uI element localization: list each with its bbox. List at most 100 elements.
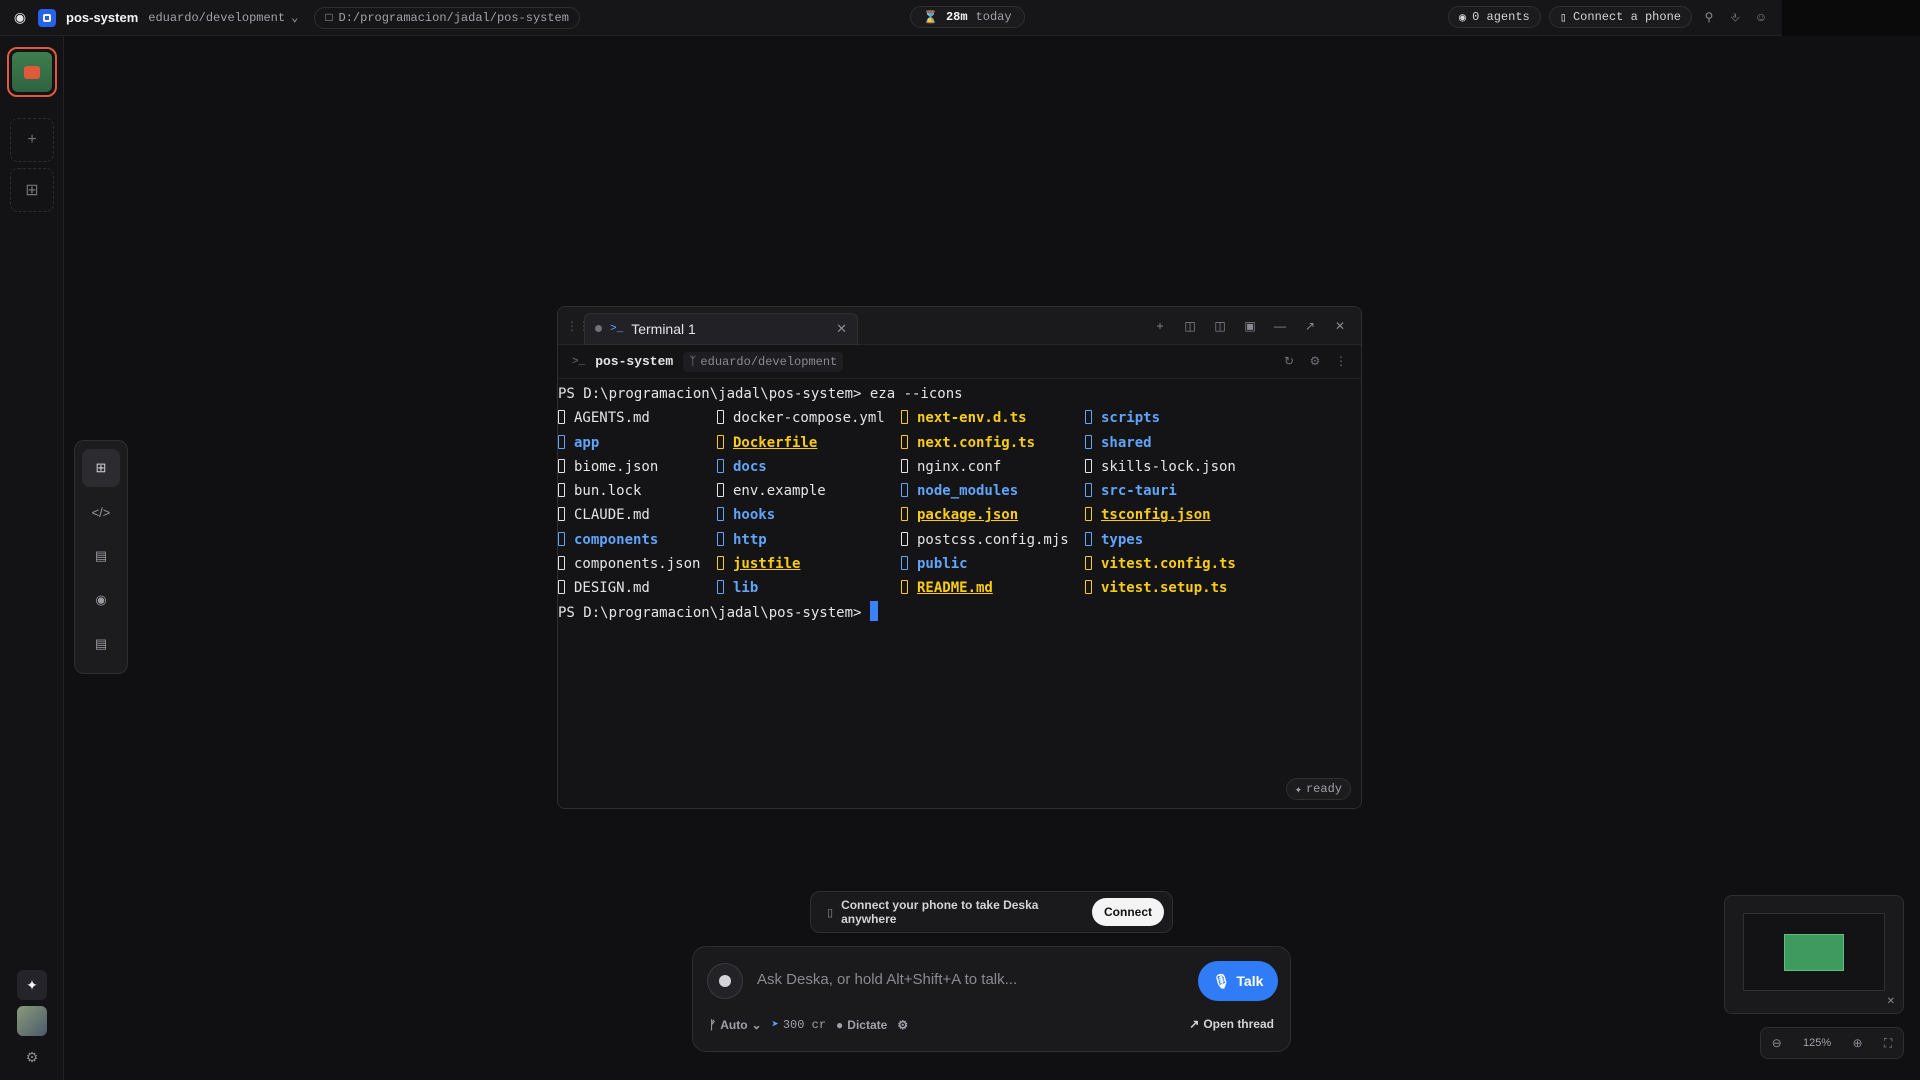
terminal-prompt-icon: >_ xyxy=(610,322,624,335)
file-entry: http xyxy=(717,528,901,552)
minimap[interactable]: ✕ xyxy=(1724,895,1904,1014)
search-icon[interactable]: ⚲ xyxy=(1700,8,1718,26)
close-tab-icon[interactable]: ✕ xyxy=(836,321,847,337)
talk-button[interactable]: 🎙︎ Talk xyxy=(1198,961,1278,1001)
file-icon xyxy=(901,507,908,522)
mode-selector[interactable]: ᚠ Auto ⌄ xyxy=(709,1018,762,1032)
file-entry: tsconfig.json xyxy=(1085,503,1285,527)
more-icon[interactable]: ⋮ xyxy=(1333,353,1349,369)
composer-footer: ᚠ Auto ⌄ ➤ 300 cr ● Dictate ⚙ xyxy=(709,1017,908,1033)
minimap-canvas xyxy=(1743,913,1885,991)
split-vertical-icon[interactable]: ◫ xyxy=(1181,317,1199,335)
record-button[interactable] xyxy=(707,963,743,999)
terminal-window: ⋮⋮ >_ Terminal 1 ✕ + ◫ ◫ ▣ — ↗ ✕ >_ pos-… xyxy=(557,306,1362,809)
session-time-label: today xyxy=(975,10,1012,24)
status-label: ready xyxy=(1305,782,1342,796)
file-name: package.json xyxy=(917,507,1019,524)
connect-button[interactable]: Connect xyxy=(1092,898,1164,926)
file-icon xyxy=(558,458,565,473)
maximize-icon[interactable]: ↗ xyxy=(1301,317,1319,335)
agents-pill[interactable]: ◉ 0 agents xyxy=(1447,6,1541,28)
file-entry: AGENTS.md xyxy=(558,406,717,430)
open-thread-button[interactable]: ↗ Open thread xyxy=(1189,1017,1274,1031)
left-rail: + ⊞ ✦ ⚙ xyxy=(0,36,64,1080)
settings-gear-icon[interactable]: ⚙ xyxy=(17,1042,47,1072)
open-thread-label: Open thread xyxy=(1203,1017,1274,1031)
file-name: lib xyxy=(733,580,759,597)
drag-handle-icon[interactable]: ⋮⋮ xyxy=(566,319,590,333)
chrome-icon[interactable]: ◉ xyxy=(82,581,120,619)
fullscreen-icon[interactable]: ⛶ xyxy=(1884,1036,1892,1051)
branch-selector[interactable]: eduardo/development ⌄ xyxy=(148,10,298,26)
file-entry: src-tauri xyxy=(1085,479,1285,503)
file-icon xyxy=(1085,507,1092,522)
workspace-thumbnail[interactable] xyxy=(7,47,57,97)
file-name: public xyxy=(917,556,968,573)
dictate-button[interactable]: ● Dictate xyxy=(836,1018,887,1032)
lock-icon[interactable]: ▣ xyxy=(1241,317,1259,335)
user-icon[interactable]: ☺ xyxy=(1752,8,1770,26)
file-icon xyxy=(717,483,724,498)
close-window-icon[interactable]: ✕ xyxy=(1331,317,1349,335)
file-name: src-tauri xyxy=(1101,483,1177,500)
file-icon xyxy=(717,410,724,425)
zoom-in-icon[interactable]: ⊕ xyxy=(1853,1036,1863,1050)
terminal-branch-label: eduardo/development xyxy=(700,354,838,369)
refresh-icon[interactable]: ↻ xyxy=(1281,353,1297,369)
file-entry: env.example xyxy=(717,479,901,503)
notes-icon[interactable]: ▤ xyxy=(82,625,120,663)
close-minimap-icon[interactable]: ✕ xyxy=(1887,996,1895,1007)
bell-icon[interactable]: ⎀ xyxy=(1726,8,1744,26)
file-name: AGENTS.md xyxy=(574,410,650,427)
new-tab-icon[interactable]: + xyxy=(1151,317,1169,335)
file-entry: DESIGN.md xyxy=(558,576,717,600)
sparkle-icon[interactable]: ✦ xyxy=(17,970,47,1000)
tab-terminal-1[interactable]: >_ Terminal 1 ✕ xyxy=(584,312,858,345)
composer-settings-icon[interactable]: ⚙ xyxy=(897,1018,908,1032)
agents-icon: ◉ xyxy=(1458,10,1467,25)
file-entry: next-env.d.ts xyxy=(901,406,1085,430)
ask-input[interactable]: Ask Deska, or hold Alt+Shift+A to talk..… xyxy=(757,971,1017,988)
minimize-icon[interactable]: — xyxy=(1271,317,1289,335)
file-name: skills-lock.json xyxy=(1101,458,1236,475)
code-icon[interactable]: </> xyxy=(82,493,120,531)
file-icon xyxy=(901,434,908,449)
grid-icon[interactable]: ⊞ xyxy=(82,449,120,487)
terminal-output[interactable]: PS D:\programacion\jadal\pos-system> eza… xyxy=(558,379,1361,625)
folder-icon xyxy=(558,531,565,546)
minimap-viewport[interactable] xyxy=(1784,934,1844,971)
project-badge-icon xyxy=(38,8,56,27)
zoom-level[interactable]: 125% xyxy=(1803,1037,1831,1049)
file-name: vitest.setup.ts xyxy=(1101,580,1228,597)
project-name[interactable]: pos-system xyxy=(66,10,138,25)
mic-small-icon: ● xyxy=(836,1017,844,1032)
file-name: env.example xyxy=(733,483,826,500)
file-name: app xyxy=(574,434,600,451)
zoom-controls: ⊖ 125% ⊕ ⛶ xyxy=(1760,1027,1904,1059)
mode-label: Auto xyxy=(720,1017,748,1032)
branch-label: eduardo/development xyxy=(148,10,286,25)
terminal-tab-bar: ⋮⋮ >_ Terminal 1 ✕ + ◫ ◫ ▣ — ↗ ✕ xyxy=(558,307,1361,345)
avatar[interactable] xyxy=(17,1006,47,1036)
app-logo-icon[interactable]: ◉ xyxy=(12,9,28,26)
zoom-out-icon[interactable]: ⊖ xyxy=(1772,1036,1782,1050)
file-icon xyxy=(558,483,565,498)
connect-phone-label: Connect a phone xyxy=(1572,10,1681,24)
file-entry: CLAUDE.md xyxy=(558,503,717,527)
grid-view-button[interactable]: ⊞ xyxy=(10,168,54,212)
session-time-pill[interactable]: ⌛ 28m today xyxy=(910,6,1025,28)
add-workspace-button[interactable]: + xyxy=(10,118,54,162)
prompt-text: PS D:\programacion\jadal\pos-system> xyxy=(558,604,870,621)
folder-icon xyxy=(1085,434,1092,449)
split-horizontal-icon[interactable]: ◫ xyxy=(1211,317,1229,335)
settings-icon[interactable]: ⚙ xyxy=(1307,353,1323,369)
folder-icon xyxy=(558,434,565,449)
connect-phone-button[interactable]: ▯ Connect a phone xyxy=(1548,6,1692,28)
folder-icon xyxy=(717,531,724,546)
tool-palette: ⊞ </> ▤ ◉ ▤ xyxy=(74,440,128,674)
credits-label: 300 cr xyxy=(782,1017,827,1032)
path-pill[interactable]: □ D:/programacion/jadal/pos-system xyxy=(314,6,580,29)
file-entry: docs xyxy=(717,455,901,479)
workspace-preview xyxy=(12,52,52,92)
terminal-icon[interactable]: ▤ xyxy=(82,537,120,575)
